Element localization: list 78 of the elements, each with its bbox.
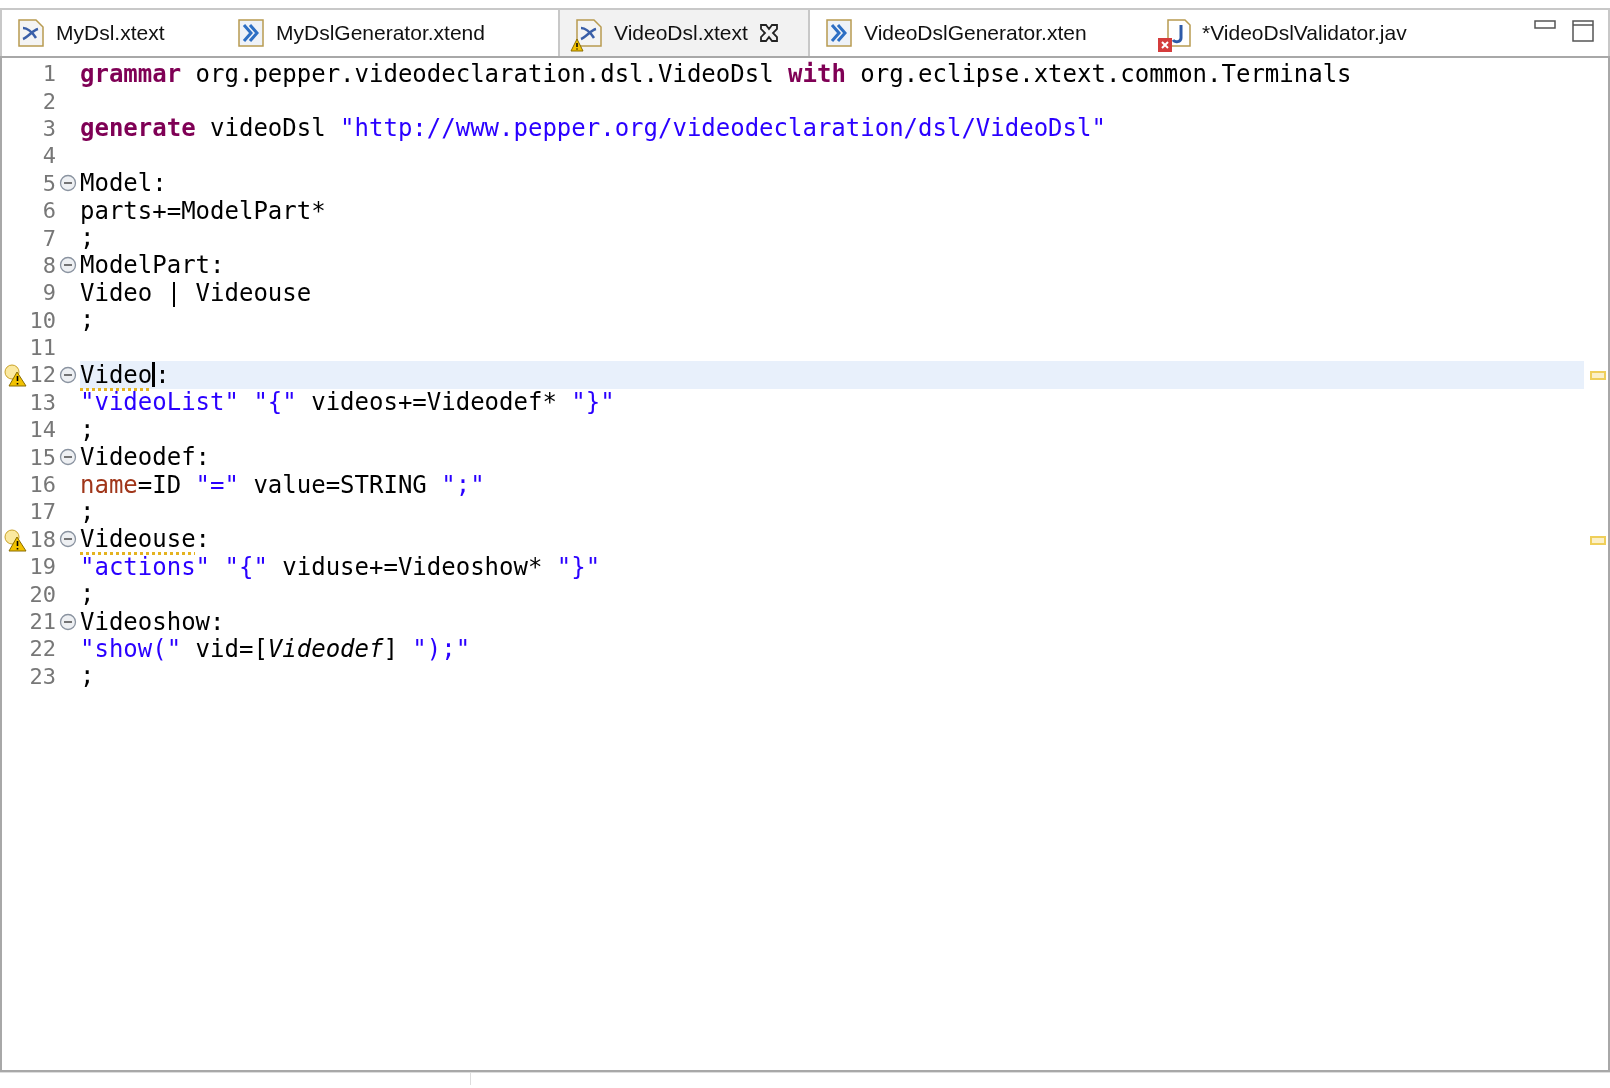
collapse-icon[interactable] — [59, 530, 77, 549]
code-text: Video — [80, 361, 153, 389]
code-text: ] — [383, 634, 399, 663]
code-text: name — [80, 470, 138, 499]
code-text: grammar — [80, 59, 182, 88]
collapse-icon[interactable] — [59, 448, 77, 467]
line-number: 15 — [28, 444, 56, 470]
collapse-icon[interactable] — [59, 174, 77, 193]
line-number: 4 — [41, 143, 56, 169]
code-text: Videodef: — [80, 443, 211, 472]
code-text: with — [788, 59, 846, 88]
line-number: 5 — [41, 170, 56, 196]
code-text: ModelPart: — [80, 251, 225, 280]
chevron-file-icon — [824, 18, 854, 48]
code-text: videos+=Videodef* — [310, 388, 558, 417]
line-number: 10 — [28, 307, 56, 333]
line-number: 1 — [41, 61, 56, 87]
code-text: ; — [80, 224, 95, 253]
maximize-icon[interactable] — [1572, 20, 1594, 42]
line-number: 6 — [41, 198, 56, 224]
code-text: Model: — [80, 169, 167, 198]
chevron-file-icon — [236, 18, 266, 48]
code-text: generate — [80, 114, 196, 143]
code-text: "show(" — [80, 634, 182, 663]
code-text: "=" — [195, 470, 239, 499]
code-text: =ID — [137, 470, 183, 499]
line-number: 16 — [28, 472, 56, 498]
code-text: ; — [80, 662, 95, 691]
warning-marker[interactable] — [1590, 535, 1606, 545]
code-text: Video | Videouse — [80, 278, 312, 307]
code-text: ; — [80, 580, 95, 609]
code-text: "}" — [571, 388, 615, 417]
line-number: 17 — [28, 499, 56, 525]
line-number: 12 — [28, 362, 56, 388]
line-number: 20 — [28, 581, 56, 607]
code-text: ; — [80, 415, 95, 444]
close-icon[interactable] — [757, 22, 780, 44]
collapse-icon[interactable] — [59, 366, 77, 384]
line-number: 3 — [41, 115, 56, 141]
code-text: org.eclipse.xtext.common.Terminals — [859, 59, 1352, 88]
line-number: 8 — [41, 252, 56, 278]
code-text: Videoshow: — [80, 607, 225, 636]
line-number: 7 — [41, 225, 56, 251]
xtext-file-icon — [16, 18, 46, 48]
code-text: "actions" "{" — [80, 552, 268, 581]
minimize-icon[interactable] — [1534, 20, 1556, 30]
code-text: viduse+=Videoshow* — [281, 552, 544, 581]
line-number: 22 — [28, 636, 56, 662]
code-text: ; — [80, 497, 95, 526]
code-text: org.pepper.videodeclaration.dsl.VideoDsl — [194, 59, 775, 88]
line-number: 19 — [28, 554, 56, 580]
code-text: videoDsl — [209, 114, 327, 143]
code-text: : — [195, 525, 211, 554]
code-text: "videoList" "{" — [80, 388, 297, 417]
code-text: Videouse — [80, 525, 196, 554]
line-number: 13 — [28, 389, 56, 415]
code-text: : — [155, 361, 170, 389]
line-number: 18 — [28, 526, 56, 552]
line-number: 23 — [28, 663, 56, 689]
xtext-file-icon — [574, 18, 604, 48]
code-text: ";" — [441, 470, 485, 499]
editor-tab[interactable]: VideoDsl.xtext — [558, 10, 810, 56]
code-text: "http://www.pepper.org/videodeclaration/dsl/VideoDsl" — [340, 114, 1106, 143]
line-number: 11 — [28, 335, 56, 361]
collapse-icon[interactable] — [59, 612, 77, 631]
code-text: "}" — [556, 552, 601, 581]
code-text: ");" — [412, 634, 471, 663]
line-number: 9 — [41, 280, 56, 306]
line-number: 2 — [41, 88, 56, 114]
code-text: ; — [80, 306, 95, 335]
code-text: parts+=ModelPart* — [80, 196, 326, 225]
code-text: value=STRING — [252, 470, 428, 499]
code-text: Videodef — [267, 634, 384, 663]
code-text: vid=[ — [194, 634, 268, 663]
line-number: 14 — [28, 417, 56, 443]
warning-marker[interactable] — [1590, 371, 1606, 381]
line-number: 21 — [28, 609, 56, 634]
collapse-icon[interactable] — [59, 256, 77, 275]
